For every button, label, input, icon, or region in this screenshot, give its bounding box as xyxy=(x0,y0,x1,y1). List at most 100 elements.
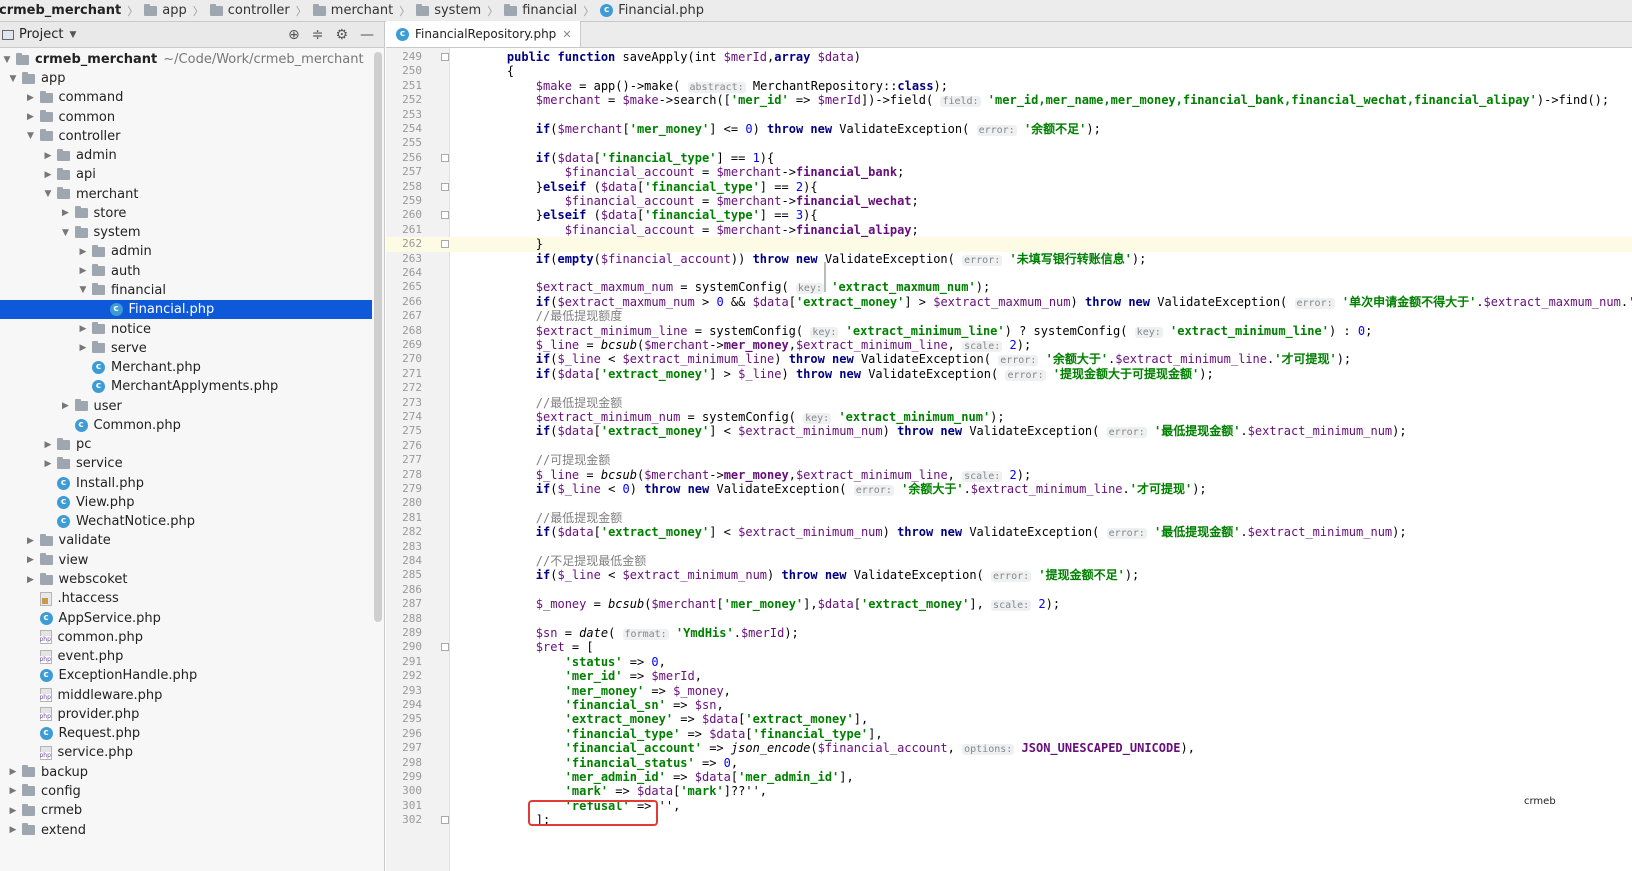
fold-marker-icon[interactable] xyxy=(441,240,449,249)
chevron-right-icon[interactable]: ▶ xyxy=(76,266,90,276)
tree-folder[interactable]: ▶ service xyxy=(0,454,372,473)
breadcrumb-item[interactable]: controller xyxy=(207,3,293,18)
chevron-right-icon[interactable]: ▶ xyxy=(76,247,90,257)
close-icon[interactable]: ✕ xyxy=(562,28,571,41)
chevron-right-icon[interactable]: ▶ xyxy=(76,343,90,353)
code-token: '余额大于' xyxy=(901,482,964,496)
chevron-right-icon[interactable]: ▶ xyxy=(24,112,38,122)
chevron-right-icon[interactable]: ▶ xyxy=(59,208,73,218)
breadcrumb-item[interactable]: app xyxy=(141,3,189,18)
locate-icon[interactable]: ⊕ xyxy=(288,27,300,43)
project-panel-title[interactable]: Project xyxy=(19,27,63,42)
breadcrumb-item[interactable]: system xyxy=(413,3,484,18)
chevron-right-icon[interactable]: ▶ xyxy=(76,324,90,334)
project-scrollbar[interactable] xyxy=(374,52,382,622)
tree-file[interactable]: service.php xyxy=(0,743,372,762)
tree-folder[interactable]: ▶ api xyxy=(0,165,372,184)
tree-folder[interactable]: ▶ crmeb xyxy=(0,801,372,820)
tree-folder[interactable]: ▶ serve xyxy=(0,339,372,358)
line-number: 284 xyxy=(402,554,422,567)
chevron-down-icon[interactable]: ▼ xyxy=(59,228,73,238)
tree-file[interactable]: c Common.php xyxy=(0,416,372,435)
fold-marker-icon[interactable] xyxy=(441,816,449,825)
code-token: 'status' xyxy=(564,654,623,669)
chevron-down-icon[interactable]: ▼ xyxy=(24,131,38,141)
chevron-down-icon[interactable]: ▼ xyxy=(69,30,76,40)
tree-folder[interactable]: ▶ auth xyxy=(0,262,372,281)
code-token: $_line xyxy=(557,352,601,367)
chevron-right-icon[interactable]: ▶ xyxy=(6,767,20,777)
chevron-right-icon[interactable]: ▶ xyxy=(6,825,20,835)
code-token: . xyxy=(1240,424,1248,439)
tree-folder[interactable]: ▶ view xyxy=(0,551,372,570)
tree-folder[interactable]: ▶ user xyxy=(0,397,372,416)
tree-file[interactable]: c ExceptionHandle.php xyxy=(0,666,372,685)
tree-folder[interactable]: ▶ notice xyxy=(0,320,372,339)
chevron-down-icon[interactable]: ▼ xyxy=(6,74,20,84)
tree-file[interactable]: .htaccess xyxy=(0,589,372,608)
chevron-down-icon[interactable]: ▼ xyxy=(41,189,55,199)
tree-folder[interactable]: ▶ config xyxy=(0,782,372,801)
chevron-right-icon[interactable]: ▶ xyxy=(41,151,55,161)
tree-folder[interactable]: ▼ controller xyxy=(0,127,372,146)
tree-folder[interactable]: ▶ command xyxy=(0,88,372,107)
tree-file[interactable]: event.php xyxy=(0,647,372,666)
collapse-all-icon[interactable]: ≑ xyxy=(312,27,324,43)
chevron-right-icon[interactable]: ▶ xyxy=(41,440,55,450)
class-file-icon: c xyxy=(39,611,53,625)
tree-file[interactable]: provider.php xyxy=(0,705,372,724)
chevron-down-icon[interactable]: ▼ xyxy=(76,285,90,295)
tree-file[interactable]: c MerchantApplyments.php xyxy=(0,377,372,396)
tree-folder[interactable]: ▼ merchant xyxy=(0,185,372,204)
tree-file[interactable]: c Install.php xyxy=(0,474,372,493)
tree-folder[interactable]: ▶ common xyxy=(0,108,372,127)
tree-file[interactable]: common.php xyxy=(0,628,372,647)
chevron-down-icon[interactable]: ▼ xyxy=(0,55,14,65)
tree-folder[interactable]: ▶ admin xyxy=(0,242,372,261)
tree-folder[interactable]: ▶ admin xyxy=(0,146,372,165)
fold-marker-icon[interactable] xyxy=(441,182,449,191)
tab-financial-repository[interactable]: c FinancialRepository.php ✕ xyxy=(386,21,581,47)
chevron-right-icon[interactable]: ▶ xyxy=(24,536,38,546)
breadcrumb-item[interactable]: financial xyxy=(501,3,580,18)
code-token: 'extract_money' xyxy=(600,525,710,540)
tree-folder[interactable]: ▶ webscoket xyxy=(0,570,372,589)
tree-folder[interactable]: ▼ system xyxy=(0,223,372,242)
tree-file[interactable]: c Financial.php xyxy=(0,300,372,320)
tree-folder[interactable]: ▼ financial xyxy=(0,281,372,300)
line-number: 297 xyxy=(402,741,422,755)
tree-file[interactable]: middleware.php xyxy=(0,686,372,705)
chevron-right-icon[interactable]: ▶ xyxy=(24,93,38,103)
tree-file[interactable]: c AppService.php xyxy=(0,609,372,628)
fold-marker-icon[interactable] xyxy=(441,211,449,220)
minimize-icon[interactable]: — xyxy=(360,27,374,43)
tree-folder[interactable]: ▶ extend xyxy=(0,821,372,840)
chevron-right-icon[interactable]: ▶ xyxy=(24,575,38,585)
chevron-right-icon[interactable]: ▶ xyxy=(41,170,55,180)
chevron-right-icon[interactable]: ▶ xyxy=(59,401,73,411)
fold-marker-icon[interactable] xyxy=(441,153,449,162)
breadcrumb-item[interactable]: crmeb_merchant xyxy=(0,3,124,18)
fold-marker-icon[interactable] xyxy=(441,53,449,61)
tree-folder[interactable]: ▶ pc xyxy=(0,435,372,454)
fold-marker-icon[interactable] xyxy=(441,643,449,652)
chevron-right-icon[interactable]: ▶ xyxy=(24,555,38,565)
gear-icon[interactable]: ⚙ xyxy=(335,27,348,43)
tree-file[interactable]: c Merchant.php xyxy=(0,358,372,377)
tree-file[interactable]: c Request.php xyxy=(0,724,372,743)
breadcrumb-item[interactable]: c Financial.php xyxy=(597,3,707,18)
tree-folder[interactable]: ▶ validate xyxy=(0,531,372,550)
tree-folder[interactable]: ▼ app xyxy=(0,69,372,88)
chevron-right-icon[interactable]: ▶ xyxy=(6,806,20,816)
chevron-right-icon[interactable]: ▶ xyxy=(6,786,20,796)
tree-folder[interactable]: ▶ store xyxy=(0,204,372,223)
tree-file[interactable]: c WechatNotice.php xyxy=(0,512,372,531)
tree-folder[interactable]: ▶ backup xyxy=(0,763,372,782)
tree-file[interactable]: c View.php xyxy=(0,493,372,512)
code-editor[interactable]: 249 public function saveApply(int $merId… xyxy=(386,48,1632,871)
tree-root[interactable]: ▼ crmeb_merchant ~/Code/Work/crmeb_merch… xyxy=(0,50,372,69)
breadcrumb-item[interactable]: merchant xyxy=(310,3,396,18)
chevron-right-icon[interactable]: ▶ xyxy=(41,459,55,469)
